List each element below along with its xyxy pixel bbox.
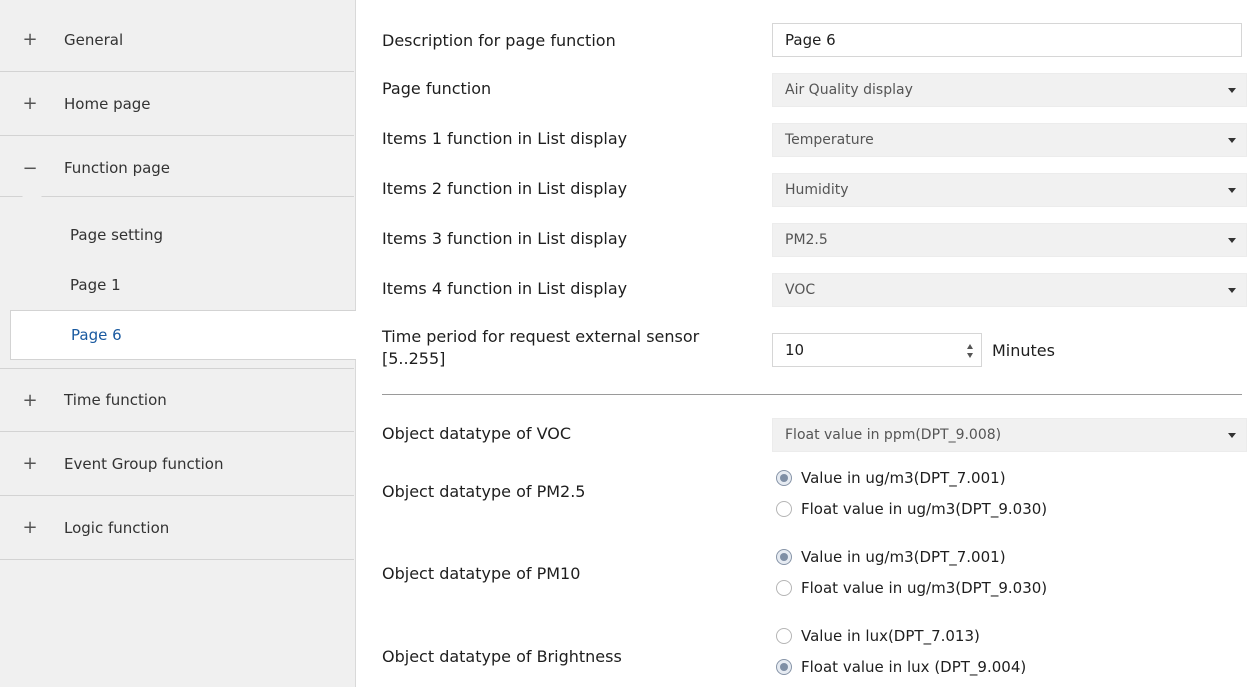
plus-icon: + [22,93,38,114]
sidebar-item-label: Time function [64,391,167,409]
chevron-down-icon [1228,188,1236,193]
item4-select[interactable]: VOC [772,273,1247,307]
submenu-caret [22,196,42,206]
chevron-down-icon [1228,238,1236,243]
item3-label: Items 3 function in List display [382,229,628,248]
item1-value: Temperature [785,132,874,148]
spin-down-icon[interactable] [967,353,973,358]
radio-label: Value in ug/m3(DPT_7.001) [801,548,1006,566]
sidebar-item-event-group-function[interactable]: + Event Group function [0,432,354,496]
sidebar-item-general[interactable]: + General [0,8,354,72]
pm25-option-integer[interactable]: Value in ug/m3(DPT_7.001) [776,469,1006,487]
description-label: Description for page function [382,31,616,50]
time-period-value: 10 [785,341,805,359]
plus-icon: + [22,453,38,474]
radio-selected-icon[interactable] [776,549,792,565]
page-function-select[interactable]: Air Quality display [772,73,1247,107]
pm10-option-float[interactable]: Float value in ug/m3(DPT_9.030) [776,579,1047,597]
sidebar-subitem-page-setting[interactable]: Page setting [0,210,354,260]
item3-value: PM2.5 [785,232,828,248]
sidebar-item-home-page[interactable]: + Home page [0,72,354,136]
pm25-type-label: Object datatype of PM2.5 [382,482,586,501]
plus-icon: + [22,389,38,411]
radio-unselected-icon[interactable] [776,628,792,644]
sidebar-subitem-label: Page 1 [70,276,121,294]
item2-value: Humidity [785,182,849,198]
sidebar-item-logic-function[interactable]: + Logic function [0,496,354,560]
submenu-divider [0,196,354,197]
sidebar-subitem-page-6[interactable]: Page 6 [10,310,356,360]
sidebar-item-time-function[interactable]: + Time function [0,368,354,432]
spin-up-icon[interactable] [967,344,973,349]
item4-value: VOC [785,282,816,298]
item1-label: Items 1 function in List display [382,129,628,148]
parameter-panel: Description for page function Page 6 Pag… [356,0,1247,687]
brightness-option-integer[interactable]: Value in lux(DPT_7.013) [776,627,980,645]
sidebar-subitem-page-1[interactable]: Page 1 [0,260,354,310]
radio-label: Float value in ug/m3(DPT_9.030) [801,579,1048,597]
sidebar-subitem-label: Page 6 [71,326,122,344]
time-period-label-line2: [5..255] [382,349,446,368]
radio-unselected-icon[interactable] [776,580,792,596]
chevron-down-icon [1228,88,1236,93]
plus-icon: + [22,29,38,50]
brightness-option-float[interactable]: Float value in lux (DPT_9.004) [776,658,1026,676]
item2-select[interactable]: Humidity [772,173,1247,207]
radio-label: Float value in ug/m3(DPT_9.030) [801,500,1048,518]
sidebar-item-label: Home page [64,94,151,113]
time-period-unit: Minutes [992,341,1055,360]
page-function-value: Air Quality display [785,82,913,98]
item2-label: Items 2 function in List display [382,179,628,198]
item1-select[interactable]: Temperature [772,123,1247,157]
pm25-option-float[interactable]: Float value in ug/m3(DPT_9.030) [776,500,1047,518]
plus-icon: + [22,517,38,538]
item4-label: Items 4 function in List display [382,279,628,298]
chevron-down-icon [1228,288,1236,293]
sidebar-item-label: Function page [64,159,171,177]
time-period-label-line1: Time period for request external sensor [382,327,700,346]
sidebar-item-label: General [64,30,124,49]
chevron-down-icon [1228,138,1236,143]
sidebar-item-function-page[interactable]: − Function page [0,136,354,200]
time-period-stepper[interactable]: 10 [772,333,982,367]
sidebar-item-label: Logic function [64,518,170,537]
radio-label: Value in lux(DPT_7.013) [801,627,980,645]
item3-select[interactable]: PM2.5 [772,223,1247,257]
radio-selected-icon[interactable] [776,470,792,486]
pm10-option-integer[interactable]: Value in ug/m3(DPT_7.001) [776,548,1006,566]
brightness-type-label: Object datatype of Brightness [382,647,622,666]
chevron-down-icon [1228,433,1236,438]
minus-icon: − [22,157,38,179]
radio-unselected-icon[interactable] [776,501,792,517]
radio-label: Float value in lux (DPT_9.004) [801,658,1027,676]
voc-type-value: Float value in ppm(DPT_9.008) [785,427,1002,443]
voc-type-select[interactable]: Float value in ppm(DPT_9.008) [772,418,1247,452]
sidebar-subitem-label: Page setting [70,226,164,244]
sidebar: + General + Home page − Function page Pa… [0,0,356,687]
voc-type-label: Object datatype of VOC [382,424,571,443]
radio-selected-icon[interactable] [776,659,792,675]
pm10-type-label: Object datatype of PM10 [382,564,581,583]
description-input[interactable]: Page 6 [772,23,1242,57]
section-divider [382,394,1242,395]
page-function-label: Page function [382,79,492,98]
radio-label: Value in ug/m3(DPT_7.001) [801,469,1006,487]
sidebar-item-label: Event Group function [64,454,224,473]
